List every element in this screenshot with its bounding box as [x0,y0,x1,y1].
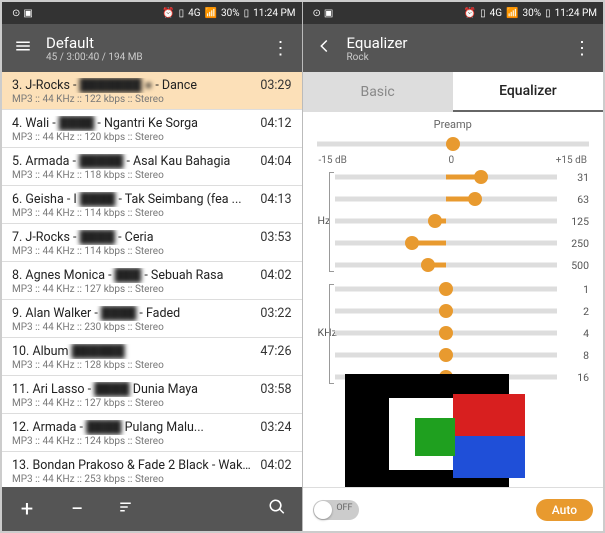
signal-icon: 📶 [506,8,518,19]
eq-band[interactable]: 125 [335,210,590,232]
eq-band[interactable]: 500 [335,254,590,276]
scale-max: +15 dB [556,155,587,166]
signal-icon: 📶 [205,8,217,19]
battery-icon: ▯ [545,8,551,19]
search-button[interactable] [252,497,302,522]
more-icon[interactable]: ⋮ [270,38,292,59]
eq-band[interactable]: 250 [335,232,590,254]
band-label: 1 [563,283,589,296]
track-row[interactable]: 8. Agnes Monica - ███ - Sebuah Rasa04:02… [2,262,302,300]
battery-text: 30% [522,8,541,19]
clock-text: 11:24 PM [253,8,295,19]
band-label: 250 [563,237,589,250]
playlist-header: Default 45 / 3:00:40 / 194 MB ⋮ [2,24,302,72]
eq-toolbar: OFF Auto [303,487,604,531]
battery-text: 30% [221,8,240,19]
eq-band[interactable]: 8 [335,344,590,366]
auto-button[interactable]: Auto [536,499,593,521]
sim-icon: ▯ [480,8,486,19]
sort-button[interactable] [102,497,152,522]
equalizer-header: Equalizer Rock ⋮ [303,24,604,72]
eq-band[interactable]: 4 [335,322,590,344]
track-row[interactable]: 3. J-Rocks - ███████ ● - Dance03:29MP3 :… [2,72,302,110]
preamp-label: Preamp [317,118,590,131]
band-label: 500 [563,259,589,272]
eq-title: Equalizer [347,34,560,52]
band-label: 16 [563,371,589,384]
eq-toggle[interactable]: OFF [313,500,359,520]
band-label: 63 [563,193,589,206]
track-list[interactable]: 3. J-Rocks - ███████ ● - Dance03:29MP3 :… [2,72,302,487]
tab-equalizer[interactable]: Equalizer [453,72,603,112]
playlist-title: Default [46,34,258,52]
whatsapp-icon: ⊙ [12,8,20,19]
remove-button[interactable]: − [52,497,102,522]
eq-subtitle: Rock [347,52,560,63]
playlist-toolbar: + − [2,487,302,531]
playlist-pane: ⊙ ▣ ⏰ ▯ 4G 📶 30% ▯ 11:24 PM Default 45 /… [2,2,303,531]
eq-band[interactable]: 31 [335,166,590,188]
band-label: 31 [563,171,589,184]
preamp-slider[interactable] [317,133,590,155]
menu-icon[interactable] [12,37,34,60]
track-row[interactable]: 11. Ari Lasso - ████ Dunia Maya03:58MP3 … [2,376,302,414]
playlist-subtitle: 45 / 3:00:40 / 194 MB [46,52,258,63]
track-row[interactable]: 13. Bondan Prakoso & Fade 2 Black - Wakt… [2,452,302,487]
track-row[interactable]: 4. Wali - ████ - Ngantri Ke Sorga04:12MP… [2,110,302,148]
band-label: 125 [563,215,589,228]
eq-band[interactable]: 63 [335,188,590,210]
eq-tabs: Basic Equalizer [303,72,604,112]
track-row[interactable]: 7. J-Rocks - ████ - Ceria03:53MP3 :: 44 … [2,224,302,262]
notif-icon: ▣ [324,8,333,19]
back-icon[interactable] [313,37,335,60]
network-icon: 4G [188,8,200,19]
scale-min: -15 dB [319,155,347,166]
toggle-label: OFF [336,503,352,513]
notif-icon: ▣ [23,8,32,19]
status-bar: ⊙ ▣ ⏰ ▯ 4G 📶 30% ▯ 11:24 PM [303,2,604,24]
network-icon: 4G [490,8,502,19]
clock-text: 11:24 PM [555,8,597,19]
hz-bracket [329,172,334,272]
khz-bracket [329,284,334,384]
scale-mid: 0 [448,155,454,166]
status-bar: ⊙ ▣ ⏰ ▯ 4G 📶 30% ▯ 11:24 PM [2,2,302,24]
track-row[interactable]: 9. Alan Walker - ████ - Faded03:22MP3 ::… [2,300,302,338]
battery-icon: ▯ [244,8,250,19]
watermark-logo: blogfacebookemail.blogspot.com [345,374,555,487]
eq-body: Preamp -15 dB 0 +15 dB Hz 3163125250500 … [303,112,604,487]
track-row[interactable]: 6. Geisha - I ████ - Tak Seimbang (fea .… [2,186,302,224]
tab-basic[interactable]: Basic [303,72,453,112]
alarm-icon: ⏰ [464,8,476,19]
eq-band[interactable]: 2 [335,300,590,322]
sim-icon: ▯ [179,8,185,19]
whatsapp-icon: ⊙ [313,8,321,19]
track-row[interactable]: 12. Armada - ████ Pulang Malu...03:24MP3… [2,414,302,452]
alarm-icon: ⏰ [162,8,174,19]
band-label: 2 [563,305,589,318]
scale-row: -15 dB 0 +15 dB [317,155,590,166]
band-label: 4 [563,327,589,340]
equalizer-pane: ⊙ ▣ ⏰ ▯ 4G 📶 30% ▯ 11:24 PM Equalizer Ro… [303,2,604,531]
track-row[interactable]: 5. Armada - █████ - Asal Kau Bahagia04:0… [2,148,302,186]
add-button[interactable]: + [2,497,52,522]
track-row[interactable]: 10. Album ██████47:26MP3 :: 44 KHz :: 12… [2,338,302,376]
more-icon[interactable]: ⋮ [571,38,593,59]
band-label: 8 [563,349,589,362]
eq-band[interactable]: 1 [335,278,590,300]
